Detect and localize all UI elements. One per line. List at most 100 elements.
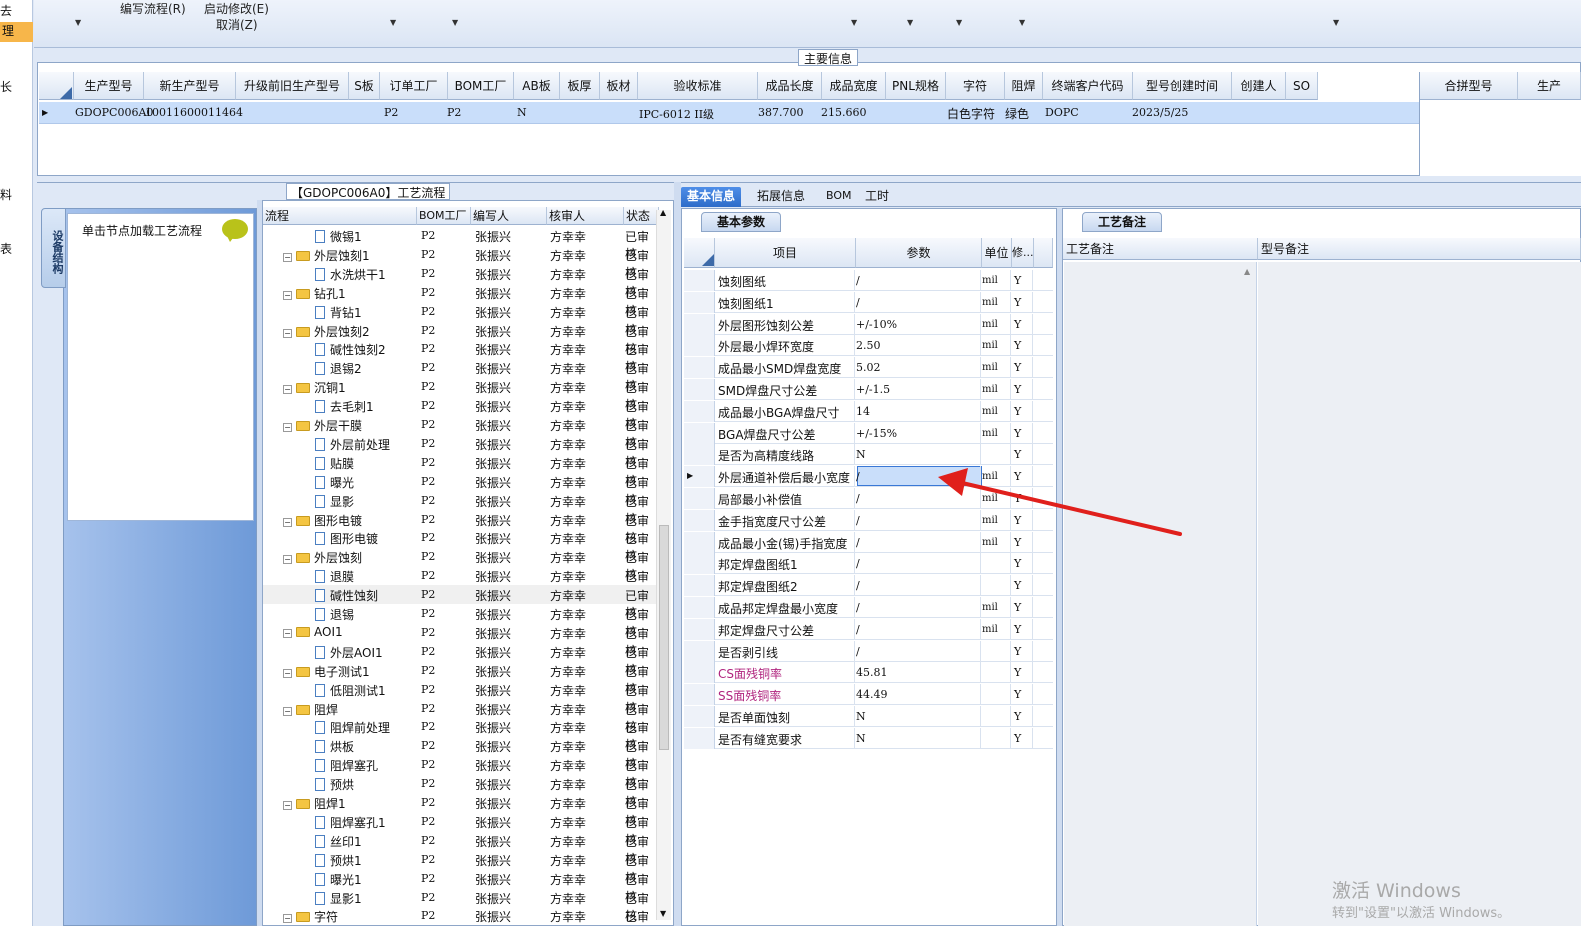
process-remarks-field[interactable]	[1064, 262, 1257, 926]
tree-leaf-row[interactable]: 外层前处理 P2 张振兴 方幸幸 已审核	[263, 434, 659, 469]
start-modify-button[interactable]: 启动修改(E)	[204, 0, 269, 17]
row-indicator[interactable]	[684, 400, 715, 422]
param-row[interactable]: 邦定焊盘图纸1 / Y	[684, 553, 1053, 575]
params-col-head[interactable]: 单位	[982, 238, 1012, 268]
param-value-cell[interactable]: /	[856, 601, 860, 614]
tree-folder-row[interactable]: − 钻孔1 P2 张振兴 方幸幸 已审核	[263, 283, 659, 318]
param-row[interactable]: ▶ 外层通道补偿后最小宽度 / mil Y	[684, 466, 1053, 488]
param-value-cell[interactable]: /	[856, 579, 860, 592]
param-row[interactable]: 金手指宽度尺寸公差 / mil Y	[684, 509, 1053, 531]
col-head[interactable]: 成品宽度	[822, 72, 886, 100]
param-value-cell[interactable]: N	[856, 732, 866, 745]
row-indicator[interactable]	[684, 313, 715, 335]
tree-leaf-row[interactable]: 退锡2 P2 张振兴 方幸幸 已审核	[263, 358, 659, 393]
row-indicator[interactable]	[684, 531, 715, 553]
param-value-cell[interactable]: /	[856, 274, 860, 287]
param-row[interactable]: 外层最小焊环宽度 2.50 mil Y	[684, 335, 1053, 357]
col-head[interactable]: 升级前旧生产型号	[236, 72, 349, 100]
params-col-head[interactable]: 项目	[715, 238, 856, 268]
tree-folder-row[interactable]: − 外层蚀刻2 P2 张振兴 方幸幸 已审核	[263, 321, 659, 356]
dropdown-arrow-icon[interactable]: ▼	[956, 18, 962, 27]
tree-scroll-thumb[interactable]	[659, 525, 669, 750]
collapse-icon[interactable]: −	[283, 328, 292, 338]
left-nav-item[interactable]: 表	[0, 240, 12, 257]
param-value-cell[interactable]: +/-1.5	[856, 383, 890, 396]
param-value-cell[interactable]: /	[856, 470, 860, 483]
col-head[interactable]: BOM工厂	[448, 72, 514, 100]
col-head[interactable]: PNL规格	[886, 72, 946, 100]
tree-leaf-row[interactable]: 退膜P2张振兴方幸幸已审核	[263, 566, 659, 601]
tree-folder-row[interactable]: − 阻焊1 P2 张振兴 方幸幸 已审核	[263, 793, 659, 828]
tree-folder-row[interactable]: − 字符 P2 张振兴 方幸幸 已审核	[263, 906, 659, 925]
tree-folder-row[interactable]: − 阻焊 P2 张振兴 方幸幸 已审核	[263, 699, 659, 734]
row-indicator[interactable]	[684, 357, 715, 379]
tree-leaf-row[interactable]: 微锡1 P2 张振兴 方幸幸 已审核	[263, 226, 659, 261]
row-indicator[interactable]	[684, 509, 715, 531]
col-head[interactable]: 验收标准	[638, 72, 758, 100]
col-head[interactable]: 成品长度	[758, 72, 822, 100]
tree-folder-row[interactable]: − 外层干膜 P2 张振兴 方幸幸 已审核	[263, 415, 659, 450]
param-row[interactable]: 成品邦定焊盘最小宽度 / mil Y	[684, 597, 1053, 618]
param-value-cell[interactable]: 14	[856, 405, 870, 418]
col-head[interactable]: 型号创建时间	[1133, 72, 1232, 100]
tree-leaf-row[interactable]: 显影 P2 张振兴 方幸幸 已审核	[263, 491, 659, 526]
col-head[interactable]: 阻焊	[1005, 72, 1043, 100]
param-value-cell[interactable]: /	[856, 492, 860, 505]
cancel-button[interactable]: 取消(Z)	[216, 16, 258, 33]
tree-leaf-row[interactable]: 预烘 P2 张振兴 方幸幸 已审核	[263, 774, 659, 809]
collapse-icon[interactable]: −	[283, 801, 292, 810]
tree-leaf-row[interactable]: 曝光1 P2 张振兴 方幸幸 已审核	[263, 869, 659, 904]
left-nav-item[interactable]: 长	[0, 78, 12, 95]
param-value-cell[interactable]: +/-15%	[856, 427, 897, 440]
param-value-cell[interactable]: /	[856, 514, 860, 527]
left-nav-item[interactable]: 去	[0, 2, 12, 19]
tree-col-head[interactable]: 状态	[624, 207, 659, 225]
param-row[interactable]: 邦定焊盘图纸2 / Y	[684, 575, 1053, 597]
dropdown-arrow-icon[interactable]: ▼	[75, 18, 81, 27]
param-value-cell[interactable]: /	[856, 557, 860, 570]
nav-card[interactable]	[67, 213, 254, 521]
param-row[interactable]: BGA焊盘尺寸公差 +/-15% mil Y	[684, 422, 1053, 444]
tree-col-head[interactable]: BOM工厂	[417, 207, 471, 225]
scroll-down-icon[interactable]: ▼	[660, 909, 666, 918]
collapse-icon[interactable]: −	[283, 290, 292, 300]
col-head[interactable]: 终端客户代码	[1043, 72, 1133, 100]
row-indicator[interactable]	[684, 727, 715, 749]
tree-leaf-row[interactable]: 预烘1 P2 张振兴 方幸幸 已审核	[263, 850, 659, 885]
basic-params-title[interactable]: 基本参数	[701, 212, 781, 232]
remarks-col-head[interactable]: 型号备注	[1258, 238, 1581, 260]
tree-leaf-row[interactable]: 曝光 P2 张振兴 方幸幸 已审核	[263, 472, 659, 507]
remarks-title[interactable]: 工艺备注	[1082, 212, 1162, 232]
tree-leaf-row[interactable]: 退锡 P2 张振兴 方幸幸 已审核	[263, 604, 659, 639]
row-indicator[interactable]	[684, 662, 715, 684]
col-head[interactable]: 板材	[600, 72, 638, 100]
col-head[interactable]: SO	[1286, 72, 1318, 100]
col-head[interactable]: 订单工厂	[380, 72, 448, 100]
row-indicator[interactable]	[684, 379, 715, 400]
param-value-cell[interactable]: 45.81	[856, 666, 888, 679]
tree-leaf-row[interactable]: 阻焊塞孔 P2 张振兴 方幸幸 已审核	[263, 755, 659, 790]
left-nav-item[interactable]: 料	[0, 186, 12, 203]
splitter[interactable]	[674, 182, 681, 926]
tree-folder-row[interactable]: − 电子测试1 P2 张振兴 方幸幸 已审核	[263, 661, 659, 696]
tab-bom[interactable]: BOM	[820, 187, 858, 207]
row-indicator[interactable]: ▶	[684, 466, 715, 488]
model-remarks-field[interactable]	[1258, 262, 1581, 926]
left-nav-item-active[interactable]: 理	[0, 22, 33, 42]
dropdown-arrow-icon[interactable]: ▼	[851, 18, 857, 27]
collapse-icon[interactable]: −	[283, 914, 292, 924]
param-row[interactable]: 是否剥引线 / Y	[684, 640, 1053, 662]
tree-leaf-row[interactable]: 丝印1 P2 张振兴 方幸幸 已审核	[263, 831, 659, 866]
tree-folder-row[interactable]: − AOI1 P2 张振兴 方幸幸 已审核	[263, 623, 659, 658]
tree-col-head[interactable]: 编写人	[471, 207, 547, 225]
tree-leaf-row[interactable]: 外层AOI1 P2 张振兴 方幸幸 已审核	[263, 642, 659, 677]
row-indicator[interactable]	[684, 575, 715, 597]
col-head[interactable]: S板	[349, 72, 380, 100]
tree-leaf-row[interactable]: 烘板 P2 张振兴 方幸幸 已审核	[263, 736, 659, 771]
tree-leaf-row[interactable]: 去毛刺1 P2 张振兴 方幸幸 已审核	[263, 396, 659, 431]
param-value-cell[interactable]: N	[856, 448, 866, 461]
row-indicator[interactable]	[684, 597, 715, 618]
collapse-icon[interactable]: −	[283, 385, 292, 395]
param-row[interactable]: 蚀刻图纸 / mil Y	[684, 270, 1053, 291]
col-head[interactable]: 新生产型号	[144, 72, 236, 100]
